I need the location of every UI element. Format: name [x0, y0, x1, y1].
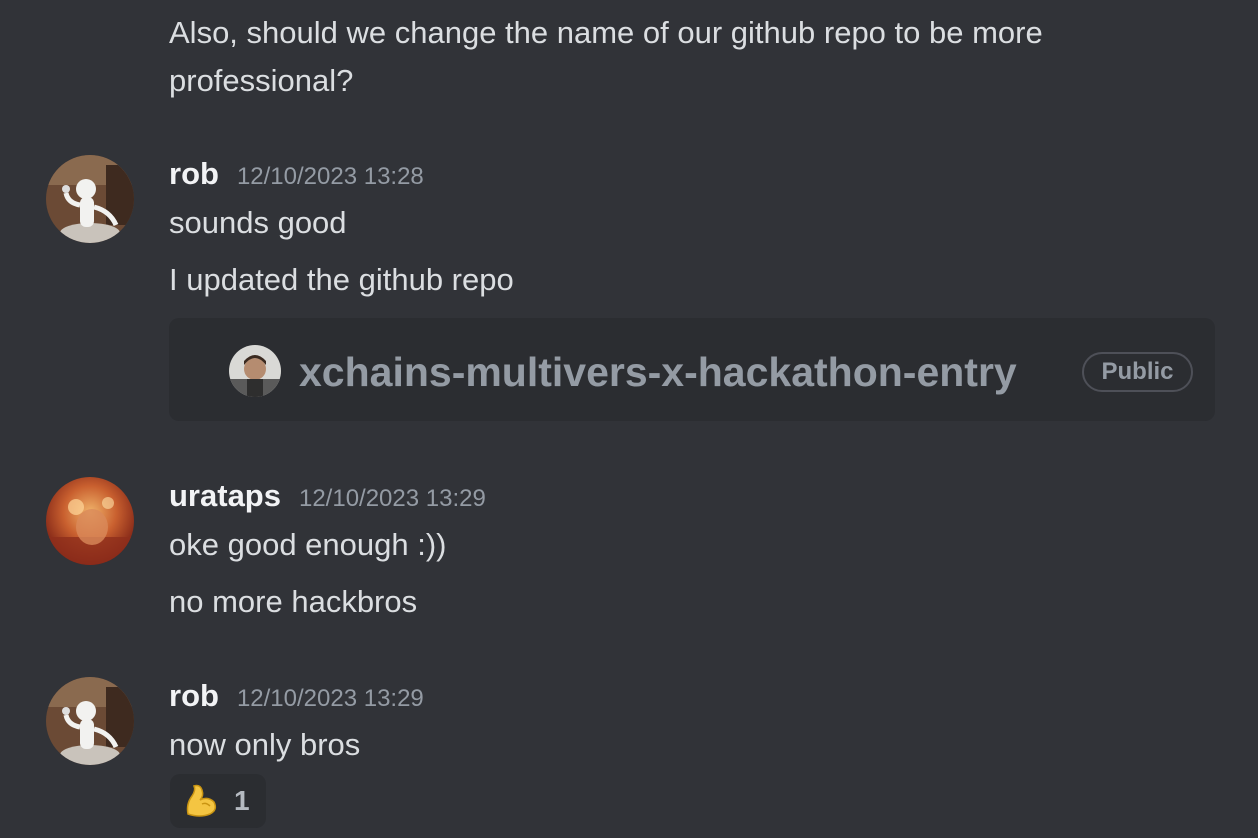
- chat-message-list: Also, should we change the name of our g…: [0, 0, 1258, 838]
- message-text: now only bros: [169, 727, 361, 762]
- timestamp: 12/10/2023 13:29: [236, 685, 424, 712]
- message-header: rob 12/10/2023 13:28: [169, 156, 424, 192]
- message-text: oke good enough :)): [169, 527, 447, 562]
- message-text: sounds good: [169, 205, 347, 240]
- repo-name-link[interactable]: xchains-multivers-x-hackathon-entry: [299, 346, 1017, 398]
- flexed-biceps-icon: [182, 782, 220, 820]
- username[interactable]: rob: [169, 678, 219, 714]
- message-header: rob 12/10/2023 13:29: [169, 678, 424, 714]
- repo-owner-avatar: [229, 345, 281, 397]
- message-text: no more hackbros: [169, 584, 418, 619]
- username[interactable]: rob: [169, 156, 219, 192]
- timestamp: 12/10/2023 13:28: [236, 163, 424, 190]
- message-text: professional?: [169, 63, 354, 98]
- reaction-button[interactable]: 1: [170, 774, 266, 828]
- message-text: I updated the github repo: [169, 262, 514, 297]
- user-avatar-urataps[interactable]: [46, 477, 134, 565]
- visibility-badge: Public: [1082, 352, 1193, 392]
- message-header: urataps 12/10/2023 13:29: [169, 478, 486, 514]
- username[interactable]: urataps: [169, 478, 281, 514]
- user-avatar-rob[interactable]: [46, 155, 134, 243]
- timestamp: 12/10/2023 13:29: [298, 485, 486, 512]
- user-avatar-rob[interactable]: [46, 677, 134, 765]
- reaction-count: 1: [234, 785, 250, 816]
- github-repo-embed[interactable]: xchains-multivers-x-hackathon-entry Publ…: [169, 318, 1215, 421]
- message-text: Also, should we change the name of our g…: [169, 15, 1043, 50]
